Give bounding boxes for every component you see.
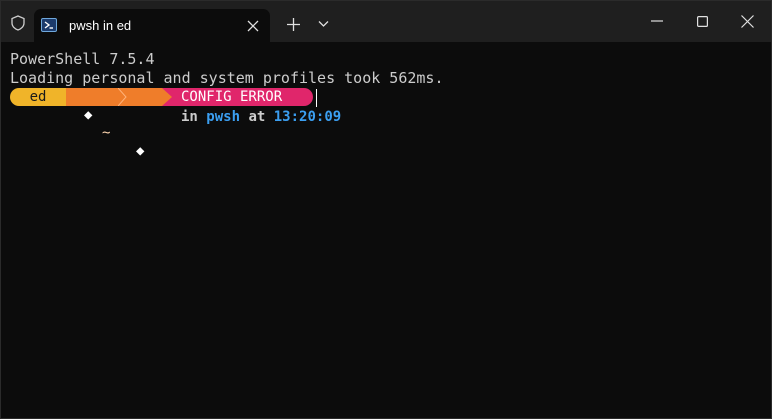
terminal-window: pwsh in ed PowerShell 7.5.4 Loading pers… [0,0,772,419]
plus-icon[interactable] [287,18,300,31]
text-cursor [316,89,317,107]
home-path: ~ [102,125,111,141]
prompt-time: 13:20:09 [273,109,342,125]
terminal-output[interactable]: PowerShell 7.5.4 Loading personal and sy… [10,50,443,88]
minimize-icon[interactable] [651,20,663,22]
diamond-glyph: ◆ [136,143,145,159]
prompt-user-segment: ed [10,88,66,106]
tab-title: pwsh in ed [69,18,132,33]
prompt-info-line: in pwsh at 13:20:09 [181,108,341,126]
output-line: Loading personal and system profiles too… [10,69,444,87]
chevron-down-icon[interactable] [318,20,329,28]
shield-icon [11,15,25,31]
diamond-glyph: ◆ [84,107,93,123]
powershell-icon [41,18,57,32]
info-prefix: in [181,109,198,125]
info-at: at [248,109,266,125]
close-icon[interactable] [246,19,260,33]
shell-name: pwsh [206,109,241,125]
powerline-separator-icon [118,88,127,106]
maximize-icon[interactable] [697,16,708,27]
prompt-error-segment: CONFIG ERROR [174,88,313,106]
output-line: PowerShell 7.5.4 [10,50,155,68]
tab-pwsh[interactable]: pwsh in ed [34,9,270,42]
title-bar[interactable]: pwsh in ed [1,1,771,42]
close-icon[interactable] [741,15,754,28]
